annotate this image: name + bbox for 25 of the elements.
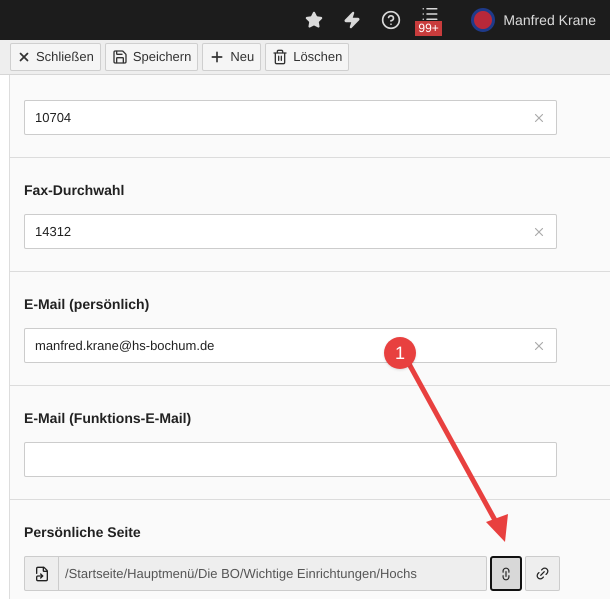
link-field[interactable]: /Startseite/Hauptmenü/Die BO/Wichtige Einrichtungen/Hochs <box>24 556 487 591</box>
user-name[interactable]: Manfred Krane <box>503 10 596 30</box>
field-label: E-Mail (persönlich) <box>24 295 150 314</box>
field-label: Persönliche Seite <box>24 523 142 542</box>
input-field[interactable] <box>24 442 557 477</box>
new-button[interactable]: Neu <box>202 43 262 71</box>
lightning-icon[interactable] <box>343 11 362 29</box>
list-icon[interactable] <box>421 5 440 23</box>
help-icon[interactable] <box>381 10 402 30</box>
field-label: Fax-Durchwahl <box>24 181 126 200</box>
input-field[interactable]: 14312 <box>24 214 557 249</box>
close-button[interactable]: Schließen <box>10 43 101 71</box>
delete-button[interactable]: Löschen <box>265 43 350 71</box>
trash-icon <box>272 49 288 65</box>
close-icon <box>17 50 31 64</box>
page-path: /Startseite/Hauptmenü/Die BO/Wichtige Einrichtungen/Hochs <box>64 564 418 583</box>
field-label: E-Mail (Funktions-E-Mail) <box>24 409 192 428</box>
page-link-icon <box>34 566 50 582</box>
link-button[interactable] <box>525 556 560 591</box>
save-button[interactable]: Speichern <box>104 43 198 71</box>
star-icon[interactable] <box>305 11 324 29</box>
input-field[interactable]: 10704 <box>24 100 557 135</box>
notification-badge: 99+ <box>415 21 442 36</box>
plus-icon <box>209 49 226 65</box>
browse-button[interactable] <box>490 556 522 591</box>
